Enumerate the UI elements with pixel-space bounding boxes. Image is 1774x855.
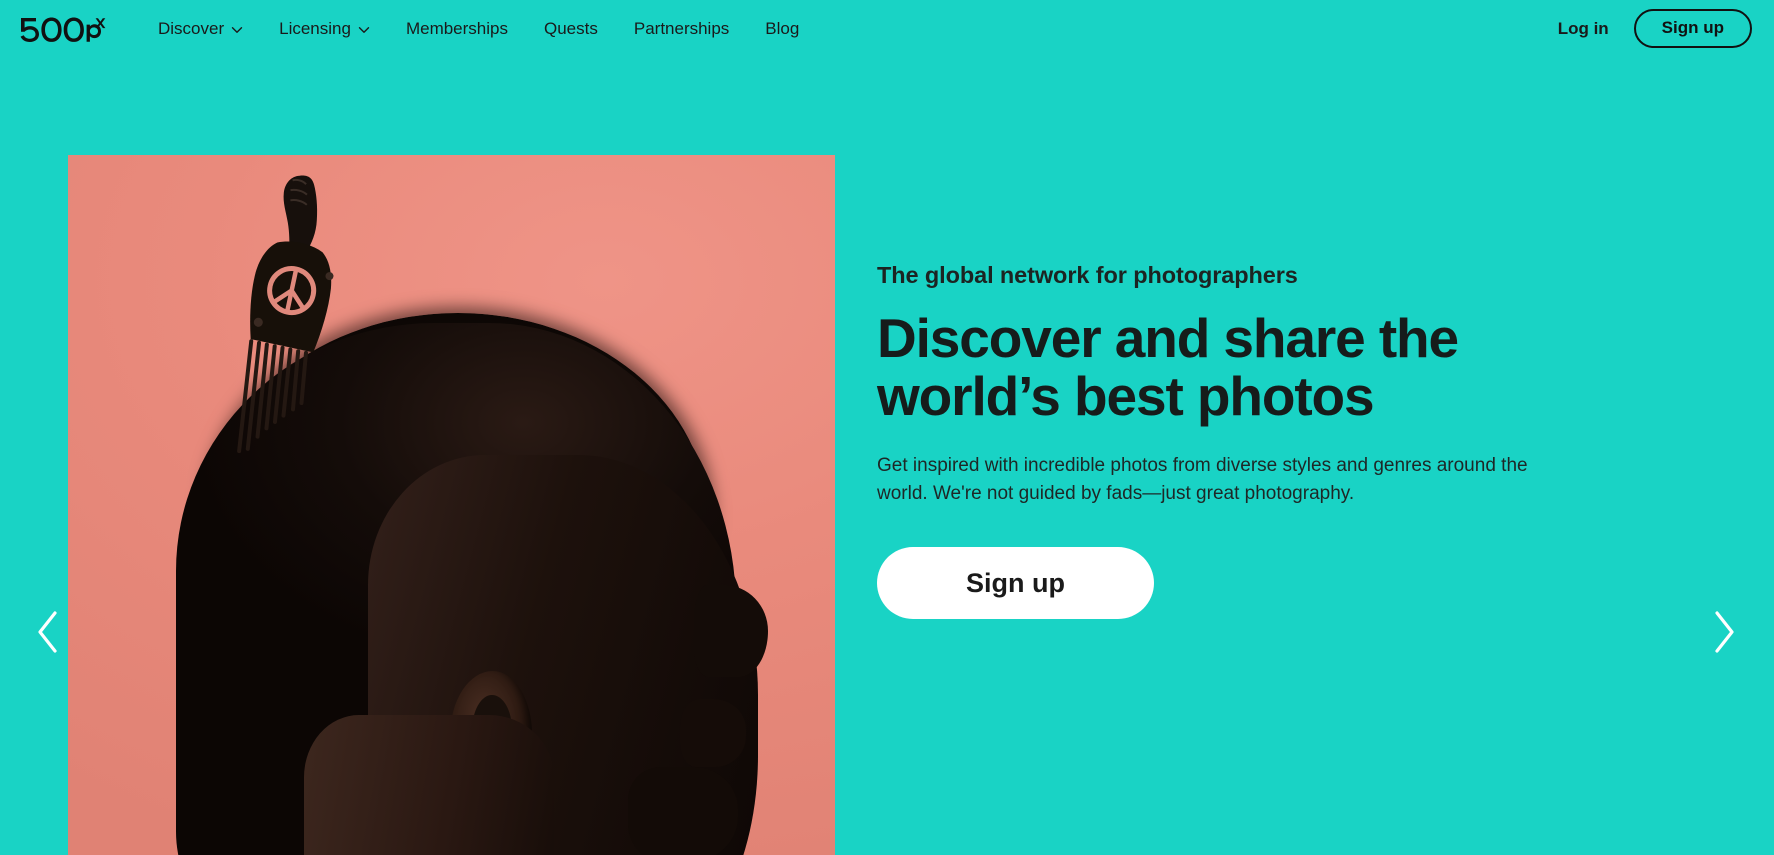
nav-item-quests[interactable]: Quests xyxy=(526,20,616,37)
carousel-next-button[interactable] xyxy=(1698,603,1750,661)
header-actions: Log in Sign up xyxy=(1558,8,1752,49)
photo-subject-neck xyxy=(304,715,554,855)
hero-headline: Discover and share the world’s best phot… xyxy=(877,306,1459,427)
nav-item-discover[interactable]: Discover xyxy=(158,20,261,37)
nav-item-partnerships[interactable]: Partnerships xyxy=(616,20,747,37)
nav-item-licensing[interactable]: Licensing xyxy=(261,20,388,37)
hero-copy: The global network for photographers Dis… xyxy=(877,57,1637,824)
nav-item-blog[interactable]: Blog xyxy=(747,20,817,37)
main-nav: Discover Licensing Memberships Quests Pa… xyxy=(158,20,817,37)
nav-item-label: Memberships xyxy=(405,19,508,38)
nav-item-label: Blog xyxy=(765,19,800,38)
photo-background xyxy=(68,155,835,855)
chevron-left-icon xyxy=(34,609,62,655)
site-header: Discover Licensing Memberships Quests Pa… xyxy=(0,0,1774,57)
chevron-down-icon xyxy=(358,24,370,36)
hero-section: The global network for photographers Dis… xyxy=(0,57,1774,855)
hero-photo[interactable] xyxy=(68,155,835,855)
hero-subcopy: Get inspired with incredible photos from… xyxy=(877,455,1528,504)
login-link[interactable]: Log in xyxy=(1558,19,1609,39)
photo-subject-nose xyxy=(694,585,768,677)
nav-item-label: Partnerships xyxy=(633,19,730,38)
chevron-down-icon xyxy=(231,24,243,36)
hero-eyebrow: The global network for photographers xyxy=(877,261,1298,288)
nav-item-label: Licensing xyxy=(279,19,351,38)
nav-item-label: Discover xyxy=(158,19,225,38)
photo-subject-lips xyxy=(680,699,746,767)
nav-item-label: Quests xyxy=(544,19,598,38)
photo-subject-chin xyxy=(628,767,738,855)
nav-item-memberships[interactable]: Memberships xyxy=(388,20,526,37)
signup-button-header[interactable]: Sign up xyxy=(1633,8,1752,49)
carousel-prev-button[interactable] xyxy=(22,603,74,661)
signup-button-hero[interactable]: Sign up xyxy=(877,547,1154,620)
500px-logo-icon xyxy=(20,17,106,42)
logo-500px[interactable] xyxy=(18,14,106,44)
chevron-right-icon xyxy=(1710,609,1738,655)
